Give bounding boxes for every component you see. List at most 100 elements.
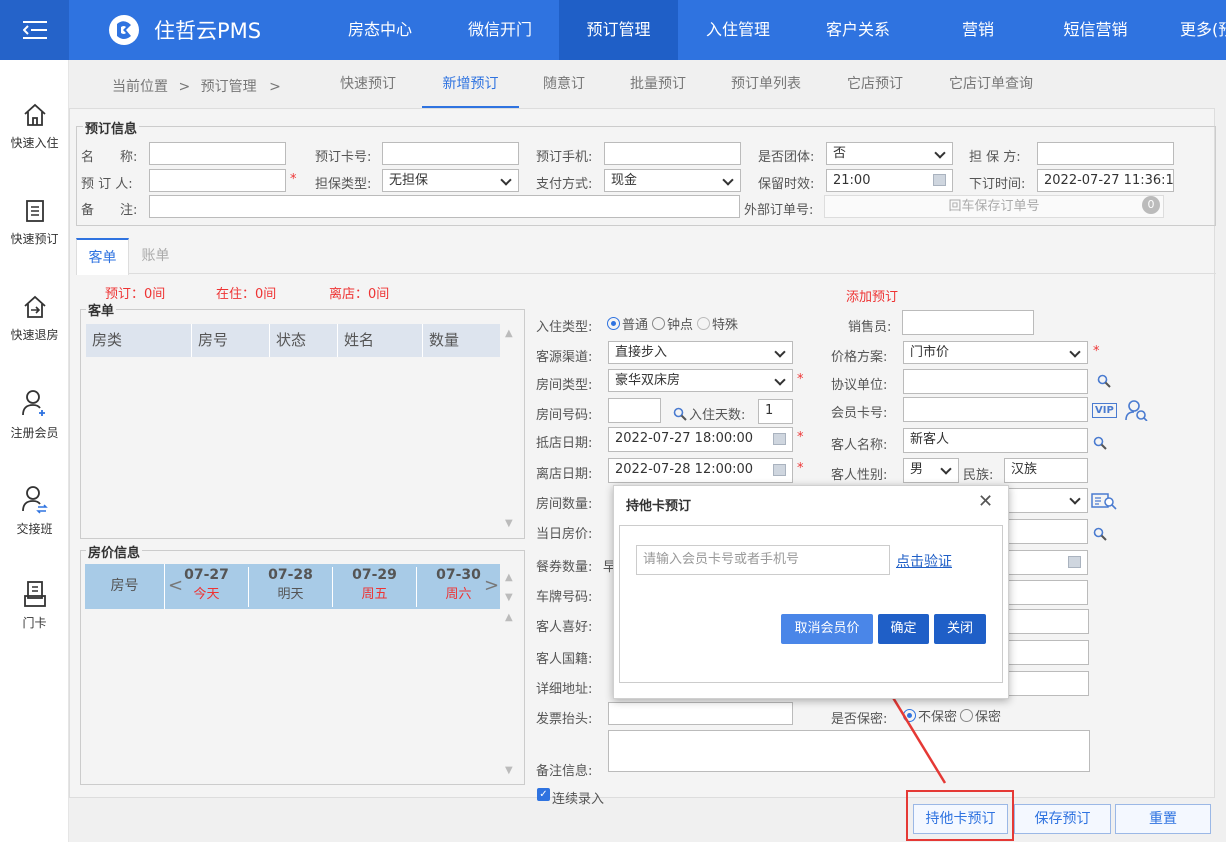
nationality-right-input[interactable] (1008, 640, 1089, 665)
member-card-input[interactable] (903, 397, 1088, 422)
tab-other-store-booking[interactable]: 它店预订 (847, 60, 903, 108)
gender-label: 客人性别: (831, 468, 888, 483)
continuous-checkbox[interactable]: ✓ (537, 788, 550, 801)
arrive-input[interactable]: 2022-07-27 18:00:00 (608, 427, 793, 452)
room-count-right-select[interactable] (1004, 488, 1088, 513)
guest-name-input[interactable]: 新客人 (903, 428, 1088, 453)
member-search-input[interactable]: 请输入会员卡号或者手机号 (636, 545, 890, 575)
nav-customer-relations[interactable]: 客户关系 (798, 0, 918, 60)
hold-input[interactable]: 21:00 (826, 169, 953, 192)
address-right-input[interactable] (1008, 671, 1089, 696)
sidebar-item-register-member[interactable]: 注册会员 (0, 388, 69, 441)
card-no-input[interactable] (382, 142, 519, 165)
external-order-input[interactable]: 回车保存订单号 (824, 195, 1164, 218)
nav-sms-marketing[interactable]: 短信营销 (1038, 0, 1153, 60)
booker-input[interactable] (149, 169, 286, 192)
name-input[interactable] (149, 142, 286, 165)
ethnic-input[interactable]: 汉族 (1004, 458, 1088, 483)
brand-mark-icon (109, 15, 139, 45)
nav-marketing[interactable]: 营销 (918, 0, 1038, 60)
room-type-select[interactable]: 豪华双床房 (608, 369, 793, 392)
scroll-down-arrow[interactable]: ▼ (505, 592, 513, 603)
checkout-icon (23, 295, 46, 318)
days-input[interactable]: 1 (758, 399, 793, 424)
plate-right-input[interactable] (1004, 580, 1088, 605)
ethnic-label: 民族: (963, 468, 994, 483)
meal-right-input[interactable] (1004, 550, 1088, 575)
radio-normal[interactable] (607, 317, 620, 330)
calendar-icon[interactable] (1068, 556, 1081, 568)
calendar-icon[interactable] (773, 433, 786, 445)
scroll-up-arrow[interactable]: ▲ (505, 612, 513, 623)
radio-confidential[interactable] (960, 709, 974, 722)
search-icon[interactable] (1093, 436, 1107, 454)
tab-new-booking[interactable]: 新增预订 (422, 60, 519, 108)
nav-booking-management[interactable]: 预订管理 (559, 0, 678, 60)
tab-quick-booking[interactable]: 快速预订 (340, 60, 396, 108)
close-icon[interactable]: ✕ (978, 491, 993, 512)
tab-other-store-query[interactable]: 它店订单查询 (949, 60, 1033, 108)
scroll-up-arrow[interactable]: ▲ (505, 572, 513, 583)
radio-label: 钟点 (667, 318, 694, 333)
room-no-input[interactable] (608, 398, 661, 423)
column-header: 房号 (192, 324, 270, 357)
id-card-search-icon[interactable] (1091, 492, 1117, 514)
sidebar-item-quick-booking[interactable]: 快速预订 (0, 198, 69, 247)
sidebar-item-quick-checkout[interactable]: 快速退房 (0, 294, 69, 343)
order-time-input[interactable]: 2022-07-27 11:36:1 (1037, 169, 1174, 192)
radio-hourly[interactable] (652, 317, 666, 330)
remark-input[interactable] (149, 195, 740, 218)
close-button[interactable]: 关闭 (934, 614, 986, 644)
menu-toggle-button[interactable] (0, 0, 69, 60)
radio-special[interactable] (697, 317, 711, 330)
sidebar-item-quick-checkin[interactable]: 快速入住 (0, 102, 69, 151)
nav-room-status[interactable]: 房态中心 (320, 0, 440, 60)
radio-label: 普通 (622, 318, 649, 333)
room-count-label: 房间数量: (536, 497, 593, 512)
calendar-icon[interactable] (773, 464, 786, 476)
search-icon[interactable] (673, 407, 687, 425)
guarantee-type-select[interactable]: 无担保 (382, 169, 519, 192)
depart-input[interactable]: 2022-07-28 12:00:00 (608, 458, 793, 483)
save-booking-button[interactable]: 保存预订 (1014, 804, 1111, 834)
subtab-guest[interactable]: 客单 (76, 238, 129, 275)
scroll-up-arrow[interactable]: ▲ (505, 328, 513, 339)
payment-select[interactable]: 现金 (604, 169, 741, 192)
tab-batch-booking[interactable]: 批量预订 (630, 60, 686, 108)
cancel-member-price-button[interactable]: 取消会员价 (781, 614, 873, 644)
calendar-icon[interactable] (933, 174, 946, 186)
phone-input[interactable] (604, 142, 741, 165)
subtab-bill[interactable]: 账单 (129, 238, 182, 274)
note-textarea[interactable] (608, 730, 1090, 772)
source-select[interactable]: 直接步入 (608, 341, 793, 364)
sidebar-item-shift-handover[interactable]: 交接班 (0, 484, 69, 537)
price-plan-select[interactable]: 门市价 (903, 341, 1088, 364)
sidebar-item-room-card[interactable]: 门卡 (0, 580, 69, 631)
group-select[interactable]: 否 (826, 142, 953, 165)
add-booking-link[interactable]: 添加预订 (846, 286, 898, 305)
day-price-right-input[interactable] (1004, 519, 1088, 544)
salesperson-input[interactable] (902, 310, 1034, 335)
member-search-icon[interactable] (1125, 399, 1149, 425)
scroll-down-arrow[interactable]: ▼ (505, 518, 513, 529)
brand-logo: 住哲云PMS (108, 14, 261, 46)
invoice-input[interactable] (608, 702, 793, 725)
guarantor-input[interactable] (1037, 142, 1174, 165)
verify-link[interactable]: 点击验证 (896, 551, 952, 571)
tab-booking-list[interactable]: 预订单列表 (731, 60, 801, 108)
vip-badge[interactable]: VIP (1092, 403, 1117, 418)
confirm-button[interactable]: 确定 (878, 614, 929, 644)
breadcrumb-section[interactable]: 预订管理 (201, 79, 257, 95)
scroll-down-arrow[interactable]: ▼ (505, 765, 513, 776)
preference-right-input[interactable] (1008, 609, 1089, 634)
nav-wechat-door[interactable]: 微信开门 (440, 0, 560, 60)
search-icon[interactable] (1097, 374, 1111, 392)
agreement-input[interactable] (903, 369, 1088, 394)
tab-random-booking[interactable]: 随意订 (543, 60, 585, 108)
nav-checkin-management[interactable]: 入住管理 (678, 0, 798, 60)
arrive-value: 2022-07-27 18:00:00 (615, 431, 754, 446)
search-icon[interactable] (1093, 527, 1107, 545)
nav-more[interactable]: 更多(预 (1180, 0, 1226, 60)
reset-button[interactable]: 重置 (1115, 804, 1211, 834)
gender-select[interactable]: 男 (903, 458, 959, 483)
